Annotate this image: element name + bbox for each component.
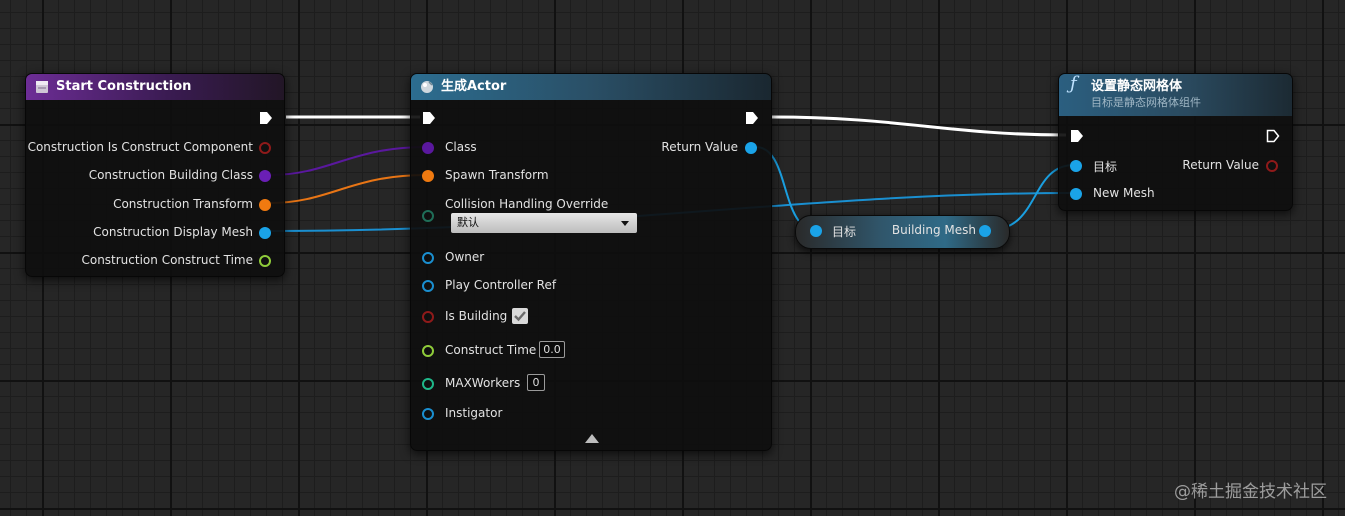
collision-dropdown-value: 默认 — [457, 216, 479, 229]
node-header[interactable]: Start Construction — [26, 74, 284, 100]
return-value-output-pin[interactable] — [745, 142, 757, 154]
exec-output-pin[interactable] — [259, 111, 273, 125]
mesh-output-pin[interactable] — [259, 227, 271, 239]
pin-label-is-building: Is Building — [445, 309, 508, 323]
building-mesh-getter-node[interactable]: 目标 Building Mesh — [795, 215, 1010, 249]
pin-label-target: 目标 — [832, 225, 857, 239]
pin-label-return-value: Return Value — [661, 140, 738, 154]
building-mesh-output-pin[interactable] — [979, 225, 991, 237]
pin-label-max-workers: MAXWorkers — [445, 376, 521, 390]
expand-arrow-icon[interactable] — [585, 434, 599, 443]
pin-label-target: 目标 — [1093, 160, 1118, 174]
construct-time-field[interactable]: 0.0 — [539, 341, 565, 358]
collision-dropdown[interactable]: 默认 — [451, 213, 637, 233]
event-node-icon — [36, 81, 48, 93]
pin-label-construct-component: Construction Is Construct Component — [27, 140, 253, 154]
pin-label-construct-time: Construct Time — [445, 343, 537, 357]
node-subtitle: 目标是静态网格体组件 — [1091, 96, 1201, 109]
exec-input-pin[interactable] — [1070, 129, 1084, 143]
exec-input-pin[interactable] — [422, 111, 436, 125]
float-output-pin[interactable] — [259, 255, 271, 267]
pin-label-class: Class — [445, 140, 477, 154]
pin-label-construct-time: Construction Construct Time — [81, 253, 253, 267]
start-construction-node[interactable]: Start Construction Construction Is Const… — [25, 73, 285, 277]
instigator-input-pin[interactable] — [422, 408, 434, 420]
new-mesh-input-pin[interactable] — [1070, 188, 1082, 200]
pin-label-collision: Collision Handling Override — [445, 197, 609, 211]
class-output-pin[interactable] — [259, 170, 271, 182]
node-title: Start Construction — [56, 79, 192, 94]
max-workers-input-pin[interactable] — [422, 378, 434, 390]
is-building-input-pin[interactable] — [422, 311, 434, 323]
pin-label-building-mesh: Building Mesh — [891, 223, 976, 237]
pin-label-transform: Construction Transform — [113, 197, 253, 211]
owner-input-pin[interactable] — [422, 252, 434, 264]
construct-time-input-pin[interactable] — [422, 345, 434, 357]
pin-label-display-mesh: Construction Display Mesh — [93, 225, 253, 239]
pin-label-spawn-transform: Spawn Transform — [445, 168, 549, 182]
set-static-mesh-node[interactable]: ƒ 设置静态网格体 目标是静态网格体组件 目标 Return Value New… — [1058, 73, 1293, 211]
pin-label-instigator: Instigator — [445, 406, 503, 420]
class-input-pin[interactable] — [422, 142, 434, 154]
node-title: 生成Actor — [441, 79, 507, 94]
bool-output-pin[interactable] — [259, 142, 271, 154]
is-building-checkbox[interactable] — [512, 308, 528, 324]
function-icon: ƒ — [1070, 73, 1077, 94]
pin-label-return-value: Return Value — [1182, 158, 1259, 172]
exec-output-pin[interactable] — [1266, 129, 1280, 143]
exec-output-pin[interactable] — [745, 111, 759, 125]
pin-label-new-mesh: New Mesh — [1093, 186, 1155, 200]
target-input-pin[interactable] — [1070, 160, 1082, 172]
pin-label-play-controller: Play Controller Ref — [445, 278, 557, 292]
spawn-actor-node[interactable]: 生成Actor Class Return Value Spawn Transfo… — [410, 73, 772, 451]
collision-input-pin[interactable] — [422, 210, 434, 222]
spawn-transform-input-pin[interactable] — [422, 170, 434, 182]
pin-label-building-class: Construction Building Class — [88, 168, 253, 182]
node-header[interactable]: ƒ 设置静态网格体 目标是静态网格体组件 — [1059, 73, 1292, 116]
max-workers-field[interactable]: 0 — [527, 374, 545, 391]
watermark: @稀土掘金技术社区 — [1174, 482, 1327, 502]
return-value-output-pin[interactable] — [1266, 160, 1278, 172]
play-controller-input-pin[interactable] — [422, 280, 434, 292]
chevron-down-icon — [621, 221, 629, 226]
node-header[interactable]: 生成Actor — [411, 74, 771, 100]
transform-output-pin[interactable] — [259, 199, 271, 211]
spawn-actor-icon — [421, 81, 433, 93]
pin-label-owner: Owner — [445, 250, 485, 264]
checkmark-icon — [514, 311, 526, 322]
target-input-pin[interactable] — [810, 225, 822, 237]
